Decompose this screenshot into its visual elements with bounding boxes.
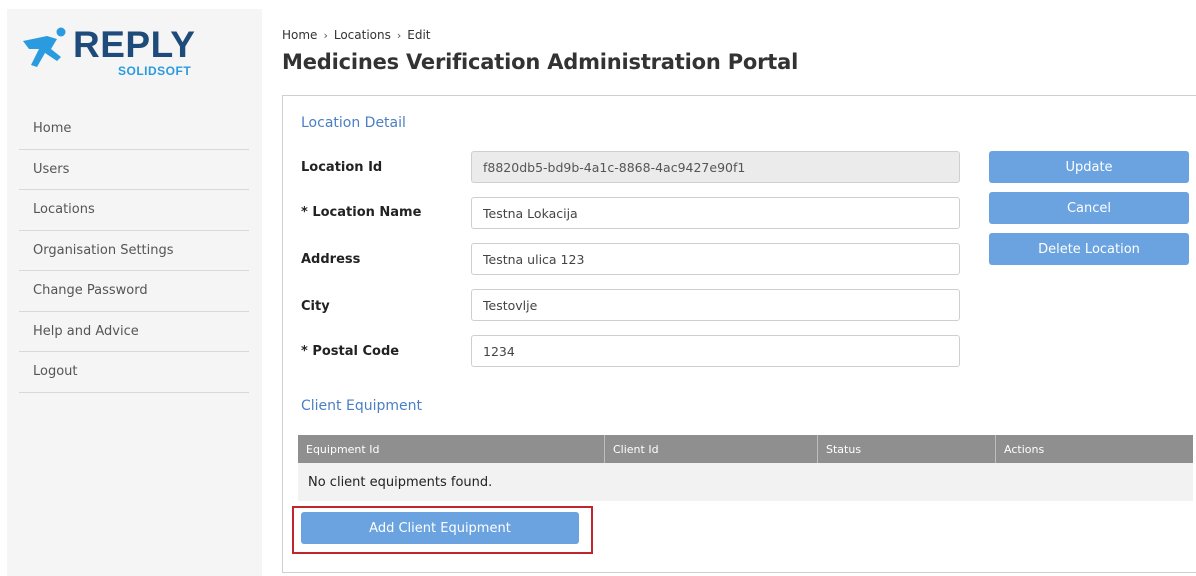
column-header-actions: Actions <box>1004 442 1045 456</box>
sidebar-item-logout[interactable]: Logout <box>19 352 249 393</box>
breadcrumb-separator: › <box>396 28 402 42</box>
empty-table-message: No client equipments found. <box>298 463 1193 501</box>
column-header-equipment-id[interactable]: Equipment Id <box>298 435 605 463</box>
page-title: Medicines Verification Administration Po… <box>282 50 799 74</box>
sidebar-item-help-and-advice[interactable]: Help and Advice <box>19 312 249 352</box>
client-equipment-heading: Client Equipment <box>301 398 422 414</box>
sidebar-item-locations[interactable]: Locations <box>19 190 249 231</box>
sidebar-nav: Home Users Locations Organisation Settin… <box>19 109 249 393</box>
sidebar-item-change-password[interactable]: Change Password <box>19 271 249 312</box>
sidebar: REPLY SOLIDSOFT Home Users Locations Org… <box>7 9 262 576</box>
location-name-label: * Location Name <box>301 205 422 220</box>
city-field[interactable] <box>471 289 960 321</box>
sidebar-item-home[interactable]: Home <box>19 109 249 150</box>
update-button[interactable]: Update <box>989 151 1189 183</box>
column-header-status[interactable]: Status <box>818 435 996 463</box>
logo-subtitle: SOLIDSOFT <box>118 64 192 78</box>
city-label: City <box>301 299 330 314</box>
sidebar-item-users[interactable]: Users <box>19 150 249 190</box>
location-edit-panel: Location Detail Location Id * Location N… <box>282 95 1196 573</box>
postal-code-field[interactable] <box>471 335 960 367</box>
location-id-field <box>471 151 960 183</box>
location-name-field[interactable] <box>471 197 960 229</box>
table-header: Equipment Id Client Id Status Actions <box>298 435 1193 463</box>
sidebar-item-organisation-settings[interactable]: Organisation Settings <box>19 231 249 271</box>
reply-solidsoft-logo[interactable]: REPLY SOLIDSOFT <box>17 25 195 77</box>
logo-wordmark: REPLY <box>73 24 196 65</box>
breadcrumb: Home › Locations › Edit <box>282 28 431 42</box>
breadcrumb-locations[interactable]: Locations <box>334 28 391 42</box>
address-field[interactable] <box>471 243 960 275</box>
postal-code-label: * Postal Code <box>301 344 400 359</box>
breadcrumb-separator: › <box>323 28 328 42</box>
breadcrumb-edit: Edit <box>407 28 431 42</box>
delete-location-button[interactable]: Delete Location <box>989 233 1189 265</box>
client-equipment-table: Equipment Id Client Id Status Actions No… <box>298 435 1193 501</box>
cancel-button[interactable]: Cancel <box>989 192 1189 224</box>
runner-logo-icon <box>23 27 66 67</box>
address-label: Address <box>301 252 361 267</box>
add-client-equipment-button[interactable]: Add Client Equipment <box>301 512 579 544</box>
column-header-client-id[interactable]: Client Id <box>605 435 818 463</box>
location-detail-heading: Location Detail <box>301 115 406 131</box>
breadcrumb-home[interactable]: Home <box>282 28 317 42</box>
location-id-label: Location Id <box>301 160 383 175</box>
